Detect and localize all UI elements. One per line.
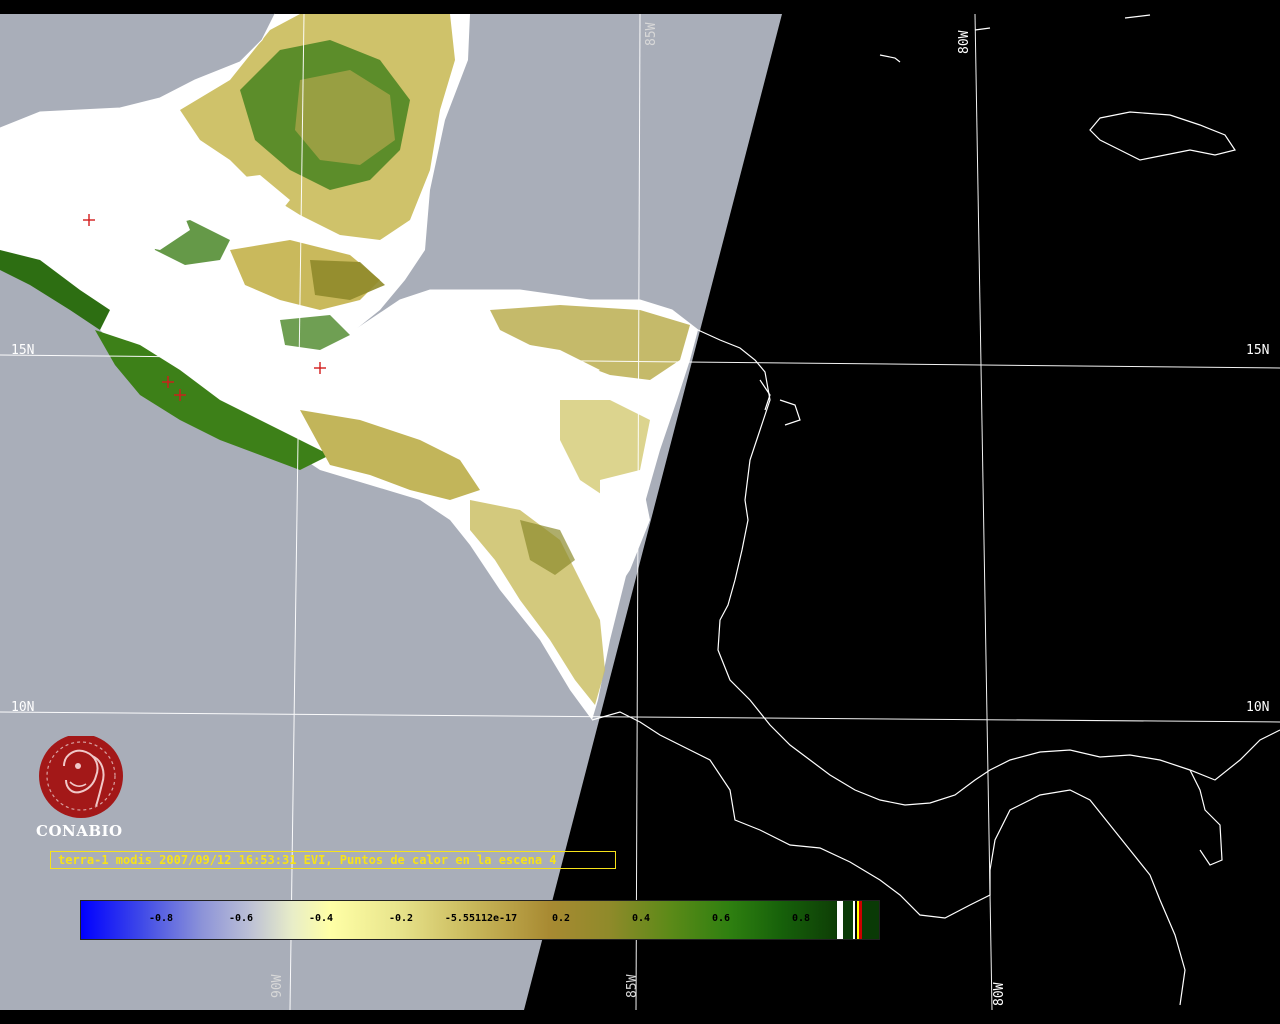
colorbar-extra-classes bbox=[836, 901, 879, 939]
map-canvas bbox=[0, 0, 1280, 1024]
conabio-wordmark: CONABIO bbox=[36, 822, 123, 840]
evi-colorbar: -0.8 -0.6 -0.4 -0.2 -5.55112e-17 0.2 0.4 0.6 0.8 bbox=[80, 900, 880, 940]
lon-label-85w-top: 85W bbox=[644, 22, 659, 46]
evi-map: 15N 15N 10N 10N 85W 80W 90W 85W 80W CONA… bbox=[0, 0, 1280, 1024]
lat-label-10n-left: 10N bbox=[11, 700, 35, 715]
colorbar-class-hotspot bbox=[859, 901, 862, 939]
colorbar-tick-label: -0.8 bbox=[148, 913, 174, 924]
lon-label-80w-top: 80W bbox=[957, 30, 972, 54]
colorbar-tick-label: 0.2 bbox=[551, 913, 571, 924]
lat-label-15n-right: 15N bbox=[1246, 343, 1270, 358]
colorbar-tick-label: 0.4 bbox=[631, 913, 651, 924]
colorbar-tick-label: -0.2 bbox=[388, 913, 414, 924]
scene-caption: terra-1 modis 2007/09/12 16:53:31 EVI, P… bbox=[50, 851, 616, 869]
lon-label-80w-bottom: 80W bbox=[992, 982, 1007, 1006]
lon-label-85w-bottom: 85W bbox=[625, 974, 640, 998]
conabio-logo: CONABIO bbox=[36, 734, 130, 840]
conabio-emblem-icon bbox=[39, 734, 123, 818]
colorbar-tick-label: 0.6 bbox=[711, 913, 731, 924]
lat-label-10n-right: 10N bbox=[1246, 700, 1270, 715]
colorbar-tick-label: -0.6 bbox=[228, 913, 254, 924]
colorbar-tick-label: 0.8 bbox=[791, 913, 811, 924]
lon-label-90w-bottom: 90W bbox=[270, 974, 285, 998]
colorbar-tick-label: -5.55112e-17 bbox=[444, 913, 518, 924]
lat-label-15n-left: 15N bbox=[11, 343, 35, 358]
colorbar-tick-label: -0.4 bbox=[308, 913, 334, 924]
